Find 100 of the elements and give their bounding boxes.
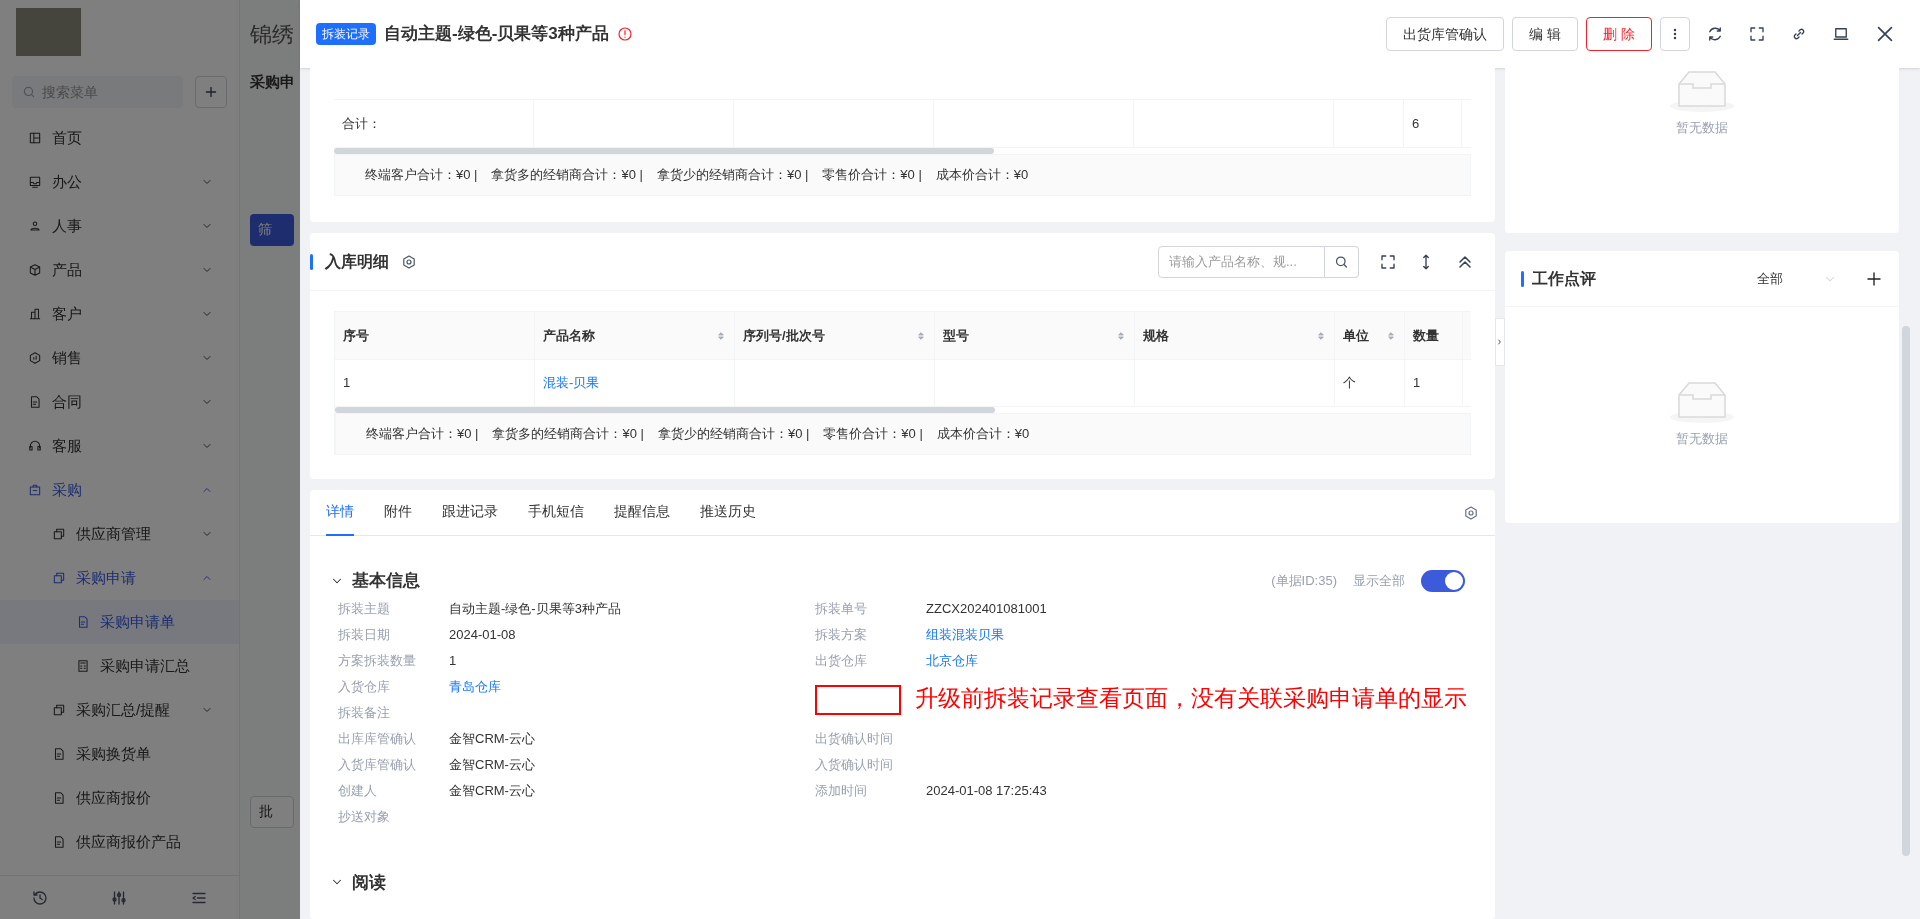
expand-handle[interactable] — [1495, 318, 1505, 366]
cube-icon — [28, 263, 42, 277]
summary-total: 拿货多的经销商合计：¥0 | — [491, 166, 643, 185]
menu-item[interactable]: 客服 — [0, 424, 239, 468]
table-cell-text: 1 — [1413, 374, 1421, 393]
field-link[interactable]: 青岛仓库 — [449, 676, 501, 697]
menu-item[interactable]: 采购汇总/提醒 — [0, 688, 239, 732]
record-type-badge: 拆装记录 — [316, 23, 376, 45]
page-subtitle: 采购申 — [250, 72, 296, 92]
action-button[interactable]: 出货库管确认 — [1386, 17, 1505, 51]
column-header[interactable]: 产品名称 — [535, 312, 735, 359]
history-icon[interactable] — [30, 888, 49, 907]
menu-item[interactable]: 采购 — [0, 468, 239, 512]
menu-item[interactable]: 采购申请汇总 — [0, 644, 239, 688]
menu-item[interactable]: 销售 — [0, 336, 239, 380]
grid-icon — [28, 131, 42, 145]
menu-item[interactable]: 采购申请 — [0, 556, 239, 600]
summary-total: 零售价合计：¥0 | — [823, 425, 923, 444]
summary-total: 成本价合计：¥0 — [936, 425, 1030, 444]
column-header[interactable]: 单位 — [1335, 312, 1405, 359]
document-icon — [52, 791, 66, 805]
tab[interactable]: 手机短信 — [528, 489, 584, 536]
add-icon[interactable] — [1865, 269, 1883, 288]
monitor-icon[interactable] — [1832, 25, 1850, 43]
summary-total: 成本价合计：¥0 — [935, 166, 1029, 185]
field-label: 出库库管确认 — [338, 729, 417, 748]
column-header[interactable]: 数量 — [1405, 312, 1463, 359]
add-button[interactable] — [195, 76, 227, 108]
menu-item[interactable]: 采购换货单 — [0, 732, 239, 776]
tab[interactable]: 提醒信息 — [614, 489, 670, 536]
field-value: 2024-01-08 17:25:43 — [926, 781, 1047, 800]
scrollbar[interactable] — [1902, 326, 1910, 856]
field-link[interactable]: 北京仓库 — [926, 650, 978, 671]
field-label: 拆装方案 — [815, 625, 868, 644]
empty-tray-icon — [1669, 381, 1735, 424]
summary-total: 终端客户合计：¥0 | — [366, 425, 479, 444]
bag-icon — [28, 483, 42, 497]
menu-item[interactable]: 合同 — [0, 380, 239, 424]
accent-bar — [1521, 270, 1524, 287]
tab[interactable]: 推送历史 — [700, 489, 756, 536]
delete-button[interactable]: 删 除 — [1586, 17, 1652, 51]
annotation-text: 升级前拆装记录查看页面，没有关联采购申请单的显示 — [915, 685, 1467, 714]
field-label: 出货确认时间 — [815, 729, 894, 748]
summary-total: 终端客户合计：¥0 | — [365, 166, 478, 185]
field-value: 1 — [449, 651, 457, 670]
section-title: 工作点评 — [1532, 268, 1597, 289]
filter-button[interactable]: 筛 — [250, 213, 294, 246]
scrollbar[interactable] — [335, 407, 995, 413]
menu-item[interactable]: 供应商报价产品 — [0, 820, 239, 864]
field-value: 自动主题-绿色-贝果等3种产品 — [449, 599, 621, 618]
table-cell: 合计： — [334, 100, 534, 147]
section-toggle[interactable]: 基本信息 — [330, 568, 420, 594]
search-button[interactable] — [1325, 245, 1359, 278]
accent-bar — [310, 253, 313, 270]
field-label: 入货库管确认 — [338, 755, 417, 774]
search-icon — [22, 85, 36, 99]
fullscreen-icon[interactable] — [1748, 25, 1766, 43]
column-header[interactable]: 规格 — [1135, 312, 1335, 359]
menu-item[interactable]: 产品 — [0, 248, 239, 292]
column-header[interactable]: 序号 — [335, 312, 535, 359]
page-title: 锦绣 — [250, 21, 295, 49]
menu-item[interactable]: 人事 — [0, 204, 239, 248]
scrollbar[interactable] — [334, 148, 994, 154]
refresh-icon[interactable] — [1706, 25, 1724, 43]
empty-text: 暂无数据 — [1676, 119, 1728, 137]
tab[interactable]: 附件 — [384, 489, 412, 536]
document-icon — [28, 395, 42, 409]
section-toggle[interactable]: 阅读 — [310, 869, 406, 895]
settings-icon[interactable] — [1463, 504, 1479, 521]
field-label: 创建人 — [338, 781, 378, 800]
menu-item[interactable]: 首页 — [0, 116, 239, 160]
field-label: 抄送对象 — [338, 807, 391, 826]
action-button[interactable]: 编 辑 — [1512, 17, 1579, 51]
product-link[interactable]: 混装-贝果 — [543, 373, 600, 393]
tab[interactable]: 跟进记录 — [442, 489, 498, 536]
column-header[interactable]: 型号 — [935, 312, 1135, 359]
tray-icon — [28, 175, 42, 189]
summary-total: 零售价合计：¥0 | — [822, 166, 922, 185]
drawer-title: 自动主题-绿色-贝果等3种产品 — [384, 23, 609, 46]
batch-button[interactable]: 批 — [250, 795, 294, 828]
field-label: 拆装备注 — [338, 703, 391, 722]
menu-item[interactable]: 供应商报价 — [0, 776, 239, 820]
settings-icon[interactable] — [401, 253, 417, 270]
toggle-switch[interactable] — [1421, 569, 1465, 592]
fullscreen-icon[interactable] — [1379, 252, 1397, 271]
summary-total: 拿货少的经销商合计：¥0 | — [656, 166, 809, 185]
menu-item[interactable]: 客户 — [0, 292, 239, 336]
document-icon — [52, 835, 66, 849]
tab[interactable]: 详情 — [326, 489, 354, 536]
field-label: 拆装单号 — [815, 599, 868, 618]
field-link[interactable]: 组装混装贝果 — [926, 624, 1004, 645]
menu-item[interactable]: 供应商管理 — [0, 512, 239, 556]
menu-item[interactable]: 采购申请单 — [0, 600, 239, 644]
filter-dropdown[interactable]: 全部 — [1757, 268, 1857, 289]
sliders-icon[interactable] — [110, 888, 129, 907]
table-cell-text: 个 — [1343, 374, 1356, 393]
menu-item[interactable]: 办公 — [0, 160, 239, 204]
column-header[interactable]: 序列号/批次号 — [735, 312, 935, 359]
search-field[interactable]: 请输入产品名称、规... — [1158, 245, 1325, 278]
field-label: 入货仓库 — [338, 677, 391, 696]
